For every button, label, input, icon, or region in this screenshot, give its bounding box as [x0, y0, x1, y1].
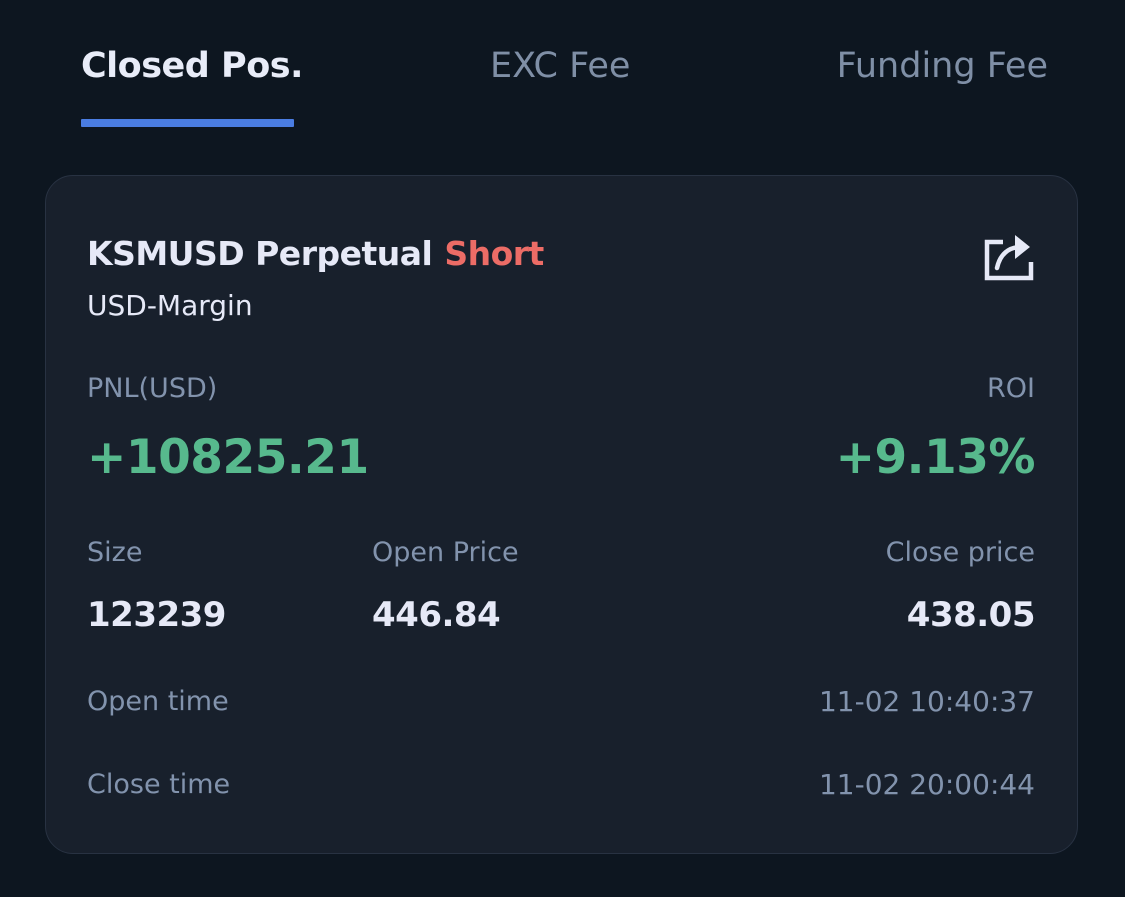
open-time-label: Open time — [87, 686, 229, 717]
share-icon — [984, 235, 1034, 281]
tab-closed-positions[interactable]: Closed Pos. — [81, 44, 303, 88]
close-price-value: 438.05 — [906, 595, 1036, 635]
open-time-value: 11-02 10:40:37 — [818, 685, 1035, 718]
position-side-badge: Short — [444, 234, 544, 273]
position-title: KSMUSD Perpetual Short — [87, 232, 544, 276]
active-tab-indicator — [81, 119, 294, 127]
close-price-label: Close price — [885, 537, 1035, 568]
pnl-value: +10825.21 — [87, 430, 369, 485]
size-label: Size — [87, 537, 143, 568]
tab-bar: Closed Pos. EXC Fee Funding Fee — [0, 0, 1125, 140]
close-time-label: Close time — [87, 769, 231, 800]
open-price-label: Open Price — [372, 537, 519, 568]
open-price-value: 446.84 — [372, 595, 501, 635]
position-card: KSMUSD Perpetual Short USD-Margin PNL(USD… — [45, 175, 1078, 854]
close-time-value: 11-02 20:00:44 — [818, 768, 1035, 801]
roi-label: ROI — [987, 373, 1035, 404]
pnl-label: PNL(USD) — [87, 373, 218, 404]
roi-value: +9.13% — [835, 430, 1036, 485]
size-value: 123239 — [87, 595, 226, 635]
contract-symbol: KSMUSD Perpetual — [87, 234, 433, 273]
share-button[interactable] — [983, 230, 1035, 282]
tab-exc-fee[interactable]: EXC Fee — [490, 44, 630, 88]
margin-type: USD-Margin — [87, 289, 253, 322]
tab-funding-fee[interactable]: Funding Fee — [837, 44, 1048, 88]
